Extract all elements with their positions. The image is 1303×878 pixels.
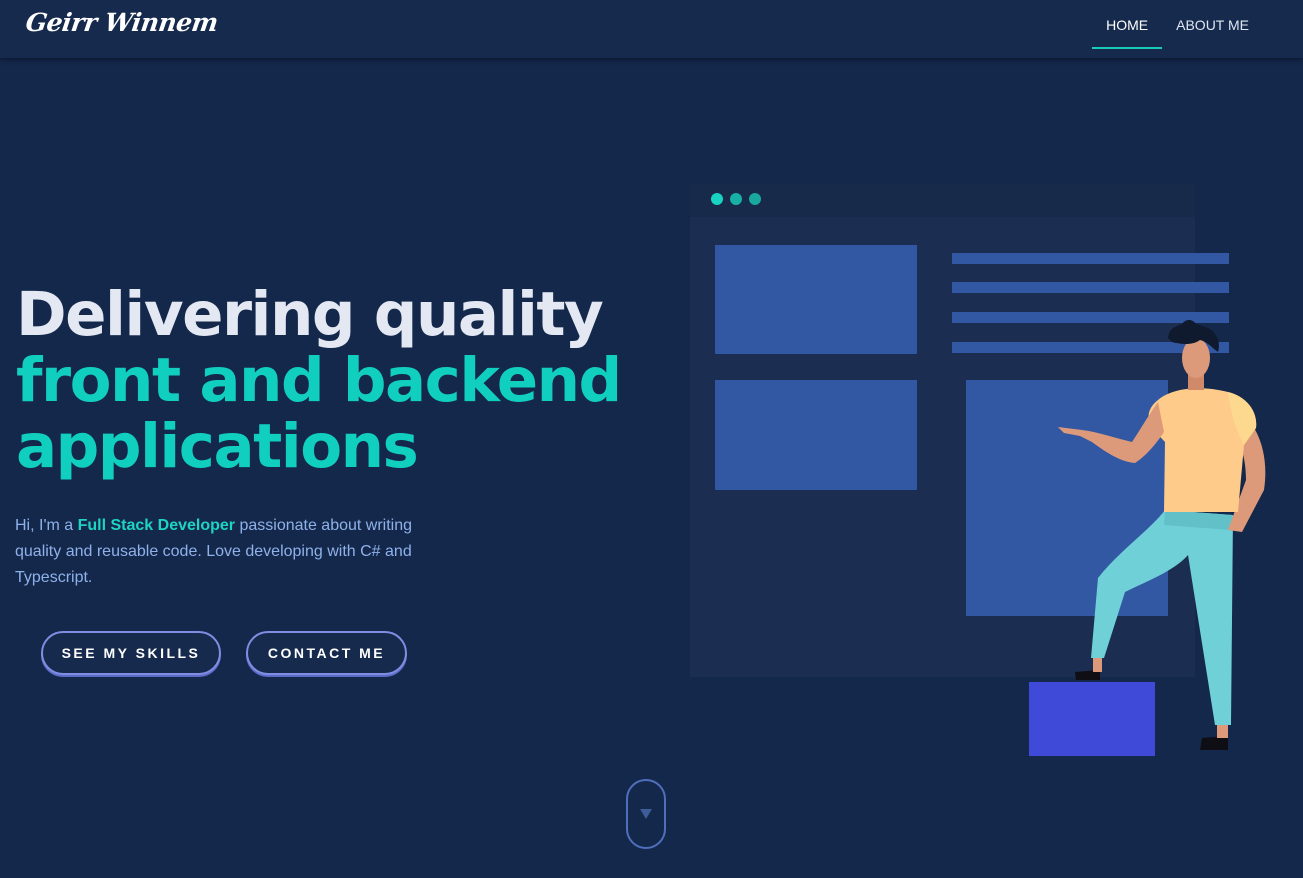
text-line-1 [952,253,1229,264]
headline-line-3: applications [16,411,419,482]
site-logo[interactable]: Geirr Winnem [24,8,220,37]
content-block-2 [715,380,917,490]
hero-headline: Delivering quality front and backend app… [16,282,636,480]
step-box [1029,682,1155,756]
developer-illustration [690,184,1266,756]
intro-highlight: Full Stack Developer [77,517,236,534]
nav-about-me[interactable]: ABOUT ME [1162,0,1263,50]
headline-line-2: front and backend [16,345,622,416]
content-block-1 [715,245,917,354]
window-dot-1 [711,193,723,205]
contact-me-button[interactable]: CONTACT ME [246,631,407,675]
hero-intro: Hi, I'm a Full Stack Developer passionat… [15,513,435,591]
headline-line-1: Delivering quality [16,279,604,350]
window-dot-3 [749,193,761,205]
scroll-down-indicator[interactable] [626,779,666,849]
intro-prefix: Hi, I'm a [15,517,74,534]
top-navbar: Geirr Winnem HOME ABOUT ME [0,0,1303,58]
hero-illustration [680,180,1280,770]
see-my-skills-button[interactable]: SEE MY SKILLS [41,631,221,675]
window-titlebar [690,184,1195,220]
page: Geirr Winnem HOME ABOUT ME Delivering qu… [0,0,1303,878]
nav-home[interactable]: HOME [1092,0,1163,50]
window-dot-2 [730,193,742,205]
text-line-2 [952,282,1229,293]
chevron-down-icon [640,809,652,819]
main-nav: HOME ABOUT ME [1092,0,1263,58]
